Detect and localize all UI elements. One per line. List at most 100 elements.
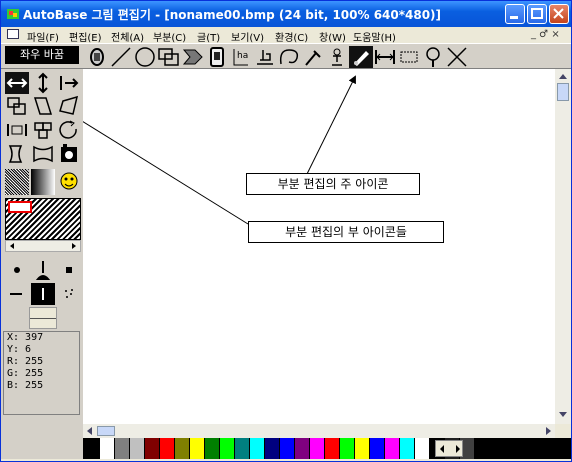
brush-active-icon[interactable] bbox=[349, 46, 373, 68]
menu-edit[interactable]: 편집(E) bbox=[69, 29, 102, 44]
minimize-icon bbox=[510, 16, 518, 19]
palette-swatch[interactable] bbox=[235, 438, 249, 459]
flip-h-icon[interactable] bbox=[5, 72, 29, 94]
palette-swatch[interactable] bbox=[400, 438, 414, 459]
distort-icon[interactable] bbox=[57, 95, 81, 117]
circle-icon[interactable] bbox=[133, 46, 157, 68]
pattern-swatch-gray[interactable] bbox=[5, 169, 29, 195]
brush-icon[interactable] bbox=[31, 259, 55, 281]
copy-rect-icon[interactable] bbox=[5, 95, 29, 117]
line-width-slider[interactable] bbox=[29, 307, 57, 329]
hscroll-left-icon[interactable] bbox=[83, 424, 97, 438]
menu-bar: 파일(F) 편집(E) 전체(A) 부분(C) 글(T) 보기(V) 환경(C)… bbox=[1, 27, 571, 44]
pattern-swatch-gradient[interactable] bbox=[31, 169, 55, 195]
dash-brush-icon[interactable] bbox=[5, 283, 29, 305]
palette-swatch[interactable] bbox=[310, 438, 324, 459]
card-icon[interactable] bbox=[205, 46, 229, 68]
fill-arrow-icon[interactable] bbox=[181, 46, 205, 68]
close-x-icon[interactable] bbox=[445, 46, 469, 68]
menu-all[interactable]: 전체(A) bbox=[111, 29, 144, 44]
drawing-canvas[interactable]: 부분 편집의 주 아이콘 부분 편집의 부 아이콘들 bbox=[83, 69, 555, 424]
move-right-icon[interactable] bbox=[57, 72, 81, 94]
square-brush-icon[interactable] bbox=[57, 259, 81, 281]
palette-swatch[interactable] bbox=[160, 438, 174, 459]
menu-part[interactable]: 부분(C) bbox=[153, 29, 186, 44]
palette-arrows-icon bbox=[440, 445, 460, 453]
palette-swatch[interactable] bbox=[220, 438, 234, 459]
stamp-dark-icon[interactable] bbox=[57, 143, 81, 165]
text-cursor-icon[interactable]: ha bbox=[229, 46, 253, 68]
minimize-button[interactable] bbox=[505, 4, 525, 24]
horizontal-scroll-thumb[interactable] bbox=[97, 426, 115, 436]
skew-icon[interactable] bbox=[31, 95, 55, 117]
spray-brush-icon[interactable] bbox=[57, 283, 81, 305]
pattern-hscroll[interactable] bbox=[5, 240, 81, 252]
maximize-button[interactable] bbox=[527, 4, 547, 24]
close-button[interactable] bbox=[549, 4, 569, 24]
vertical-scrollbar[interactable] bbox=[555, 69, 571, 424]
stretch-icon[interactable] bbox=[5, 119, 29, 141]
palette-swatch[interactable] bbox=[130, 438, 144, 459]
palette-swatch[interactable] bbox=[250, 438, 264, 459]
warp-left-icon[interactable] bbox=[5, 143, 29, 165]
left-tool-panel: X: 397 Y: 6 R: 255 G: 255 B: 255 bbox=[1, 69, 83, 459]
title-bar[interactable]: AutoBase 그림 편집기 - [noname00.bmp (24 bit,… bbox=[1, 1, 571, 27]
dot-brush-icon[interactable] bbox=[5, 259, 29, 281]
rotate-icon[interactable] bbox=[57, 119, 81, 141]
coordinate-readout: X: 397 Y: 6 R: 255 G: 255 B: 255 bbox=[3, 331, 80, 415]
rect-overlap-icon[interactable] bbox=[157, 46, 181, 68]
palette-swatch[interactable] bbox=[265, 438, 279, 459]
flip-mode-button[interactable]: 좌우 바꿈 bbox=[5, 46, 79, 64]
palette-swatch[interactable] bbox=[325, 438, 339, 459]
menu-env[interactable]: 환경(C) bbox=[275, 29, 308, 44]
select-rect-icon[interactable] bbox=[397, 46, 421, 68]
menu-window[interactable]: 창(W) bbox=[319, 29, 346, 44]
palette-swatch[interactable] bbox=[175, 438, 189, 459]
horizontal-scrollbar[interactable] bbox=[83, 424, 555, 438]
line-icon[interactable] bbox=[109, 46, 133, 68]
palette-swatch[interactable] bbox=[115, 438, 129, 459]
palette-swatch[interactable] bbox=[280, 438, 294, 459]
menu-file[interactable]: 파일(F) bbox=[27, 29, 59, 44]
document-icon[interactable] bbox=[7, 29, 19, 39]
color-b: B: 255 bbox=[7, 380, 44, 391]
dropper-icon[interactable] bbox=[301, 46, 325, 68]
callout-main-icon: 부분 편집의 주 아이콘 bbox=[246, 173, 420, 195]
palette-swatch[interactable] bbox=[100, 438, 114, 459]
palette-swatch[interactable] bbox=[355, 438, 369, 459]
tile-icon[interactable] bbox=[31, 119, 55, 141]
warp-bottom-icon[interactable] bbox=[31, 143, 55, 165]
annotation-arrows bbox=[83, 75, 356, 225]
magnifier-icon[interactable] bbox=[421, 46, 445, 68]
resize-h-icon[interactable] bbox=[373, 46, 397, 68]
palette-swatch[interactable] bbox=[205, 438, 219, 459]
pattern-swatch-panel[interactable] bbox=[5, 198, 81, 240]
palette-swatch[interactable] bbox=[145, 438, 159, 459]
palette-swatch[interactable] bbox=[190, 438, 204, 459]
palette-swatch[interactable] bbox=[385, 438, 399, 459]
palette-swatch[interactable] bbox=[340, 438, 354, 459]
palette-scroll[interactable] bbox=[435, 440, 463, 457]
app-icon bbox=[7, 9, 19, 19]
color-r: R: 255 bbox=[7, 356, 44, 367]
palette-swatch[interactable] bbox=[85, 438, 99, 459]
bucket-icon[interactable] bbox=[253, 46, 277, 68]
close-icon bbox=[553, 8, 564, 19]
menu-help[interactable]: 도움말(H) bbox=[353, 29, 396, 44]
pattern-swatch-character[interactable] bbox=[57, 169, 81, 195]
palette-swatch[interactable] bbox=[295, 438, 309, 459]
scroll-up-icon[interactable] bbox=[555, 69, 571, 83]
scroll-down-icon[interactable] bbox=[555, 408, 571, 422]
vertical-scroll-thumb[interactable] bbox=[557, 83, 569, 101]
bar-brush-icon[interactable] bbox=[31, 283, 55, 305]
palette-swatch[interactable] bbox=[415, 438, 429, 459]
figure-icon[interactable] bbox=[325, 46, 349, 68]
flip-v-icon[interactable] bbox=[31, 72, 55, 94]
menu-view[interactable]: 보기(V) bbox=[231, 29, 264, 44]
stamp-icon[interactable] bbox=[85, 46, 109, 68]
palette-swatch[interactable] bbox=[370, 438, 384, 459]
mdi-controls[interactable]: _ ♂ × bbox=[531, 29, 560, 40]
menu-text[interactable]: 글(T) bbox=[197, 29, 220, 44]
lasso-icon[interactable] bbox=[277, 46, 301, 68]
hscroll-right-icon[interactable] bbox=[541, 424, 555, 438]
